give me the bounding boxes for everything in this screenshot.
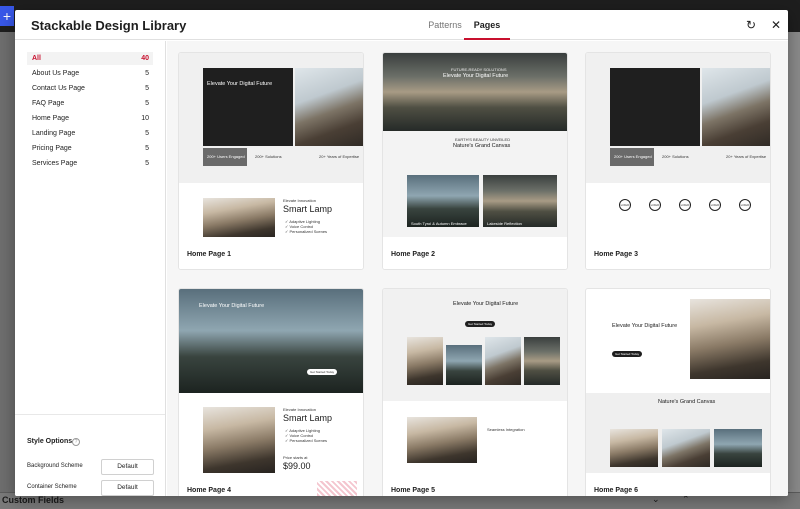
feature-item: ✓ Personalized Scenes xyxy=(285,438,328,443)
stat-years: 20+ Years of Expertise xyxy=(319,154,360,159)
design-card-home-page-3[interactable]: 200+ Users Engaged 200+ Solutions 20+ Ye… xyxy=(585,52,771,270)
section-title: Seamless Integration xyxy=(487,427,525,432)
stat-users: 200+ Users Engaged xyxy=(614,154,652,159)
price-label: Price starts at xyxy=(283,455,308,460)
category-pricing[interactable]: Pricing Page 5 xyxy=(27,142,153,155)
refresh-icon[interactable]: ↻ xyxy=(743,17,759,33)
gallery-image xyxy=(407,337,443,385)
logo-placeholder: LOGO xyxy=(679,199,691,211)
background-scheme-button[interactable]: Default xyxy=(101,459,154,475)
close-icon[interactable]: ✕ xyxy=(768,17,784,33)
style-options-title: Style Options xyxy=(27,438,73,445)
product-kicker: Elevate Innovation xyxy=(283,198,316,203)
design-card-home-page-4[interactable]: Elevate Your Digital Future Get Started … xyxy=(178,288,364,496)
product-title: Smart Lamp xyxy=(283,413,333,423)
logo-placeholder: LOGO xyxy=(739,199,751,211)
hero-title: Elevate Your Digital Future xyxy=(453,301,519,307)
card-title: Home Page 3 xyxy=(594,251,638,258)
gallery-image xyxy=(714,429,762,467)
logo-placeholder: LOGO xyxy=(709,199,721,211)
sidebar-divider xyxy=(15,414,165,415)
category-contact-us[interactable]: Contact Us Page 5 xyxy=(27,82,153,95)
product-title: Smart Lamp xyxy=(283,204,333,214)
section-image xyxy=(407,417,477,463)
feature-item: ✓ Personalized Scenes xyxy=(285,229,328,234)
hero-title: Elevate Your Digital Future xyxy=(207,81,273,87)
modal-header: Stackable Design Library Patterns Pages … xyxy=(15,10,788,40)
hero-dark-panel xyxy=(203,68,293,146)
caption: South Tyrol & Autumn Embrace xyxy=(411,221,467,226)
hero-kicker: FUTURE-READY SOLUTIONS xyxy=(451,67,507,72)
cta-button: Get Started Today xyxy=(465,321,495,327)
section-title: Nature's Grand Canvas xyxy=(658,399,716,405)
section-title: Nature's Grand Canvas xyxy=(453,143,511,149)
gallery-image xyxy=(485,337,521,385)
design-card-home-page-6[interactable]: Elevate Your Digital Future Get Started … xyxy=(585,288,771,496)
tab-pages[interactable]: Pages xyxy=(464,10,510,40)
logo-placeholder: LOGO xyxy=(619,199,631,211)
background-scheme-label: Background Scheme xyxy=(27,463,83,469)
stat-solutions: 200+ Solutions xyxy=(662,154,689,159)
modal-title: Stackable Design Library xyxy=(31,18,187,33)
price-value: $99.00 xyxy=(283,461,311,471)
gallery-image xyxy=(524,337,560,385)
hero-title: Elevate Your Digital Future xyxy=(199,303,265,309)
gallery-image xyxy=(446,345,482,385)
gallery-image xyxy=(610,429,658,467)
tab-patterns[interactable]: Patterns xyxy=(423,10,467,40)
caption: Lakeside Reflection xyxy=(487,221,522,226)
design-card-home-page-2[interactable]: FUTURE-READY SOLUTIONS Elevate Your Digi… xyxy=(382,52,568,270)
pattern-swatch xyxy=(317,481,357,496)
gallery-image xyxy=(662,429,710,467)
category-home[interactable]: Home Page 10 xyxy=(27,112,153,125)
category-services[interactable]: Services Page 5 xyxy=(27,157,153,170)
stat-years: 20+ Years of Expertise xyxy=(726,154,767,159)
cta-label: Get Started Today xyxy=(615,352,640,356)
category-about-us[interactable]: About Us Page 5 xyxy=(27,67,153,80)
editor-sidebar xyxy=(788,32,800,492)
cta-button: Get Started Today xyxy=(612,351,642,357)
design-card-home-page-5[interactable]: Elevate Your Digital Future Get Started … xyxy=(382,288,568,496)
card-title: Home Page 4 xyxy=(187,487,231,494)
card-title: Home Page 1 xyxy=(187,251,231,258)
help-icon[interactable]: ? xyxy=(72,438,80,446)
product-image xyxy=(203,198,275,238)
cta-label: Get Started Today xyxy=(310,370,335,374)
container-scheme-label: Container Scheme xyxy=(27,484,77,490)
category-all[interactable]: All 40 xyxy=(27,52,153,65)
hero-image xyxy=(295,68,363,146)
design-library-modal: Stackable Design Library Patterns Pages … xyxy=(15,10,788,496)
design-card-home-page-1[interactable]: Elevate Your Digital Future 200+ Users E… xyxy=(178,52,364,270)
custom-fields-label[interactable]: Custom Fields xyxy=(2,495,64,505)
product-kicker: Elevate Innovation xyxy=(283,407,316,412)
gallery-image xyxy=(407,175,479,227)
section-kicker: EARTH'S BEAUTY UNVEILED xyxy=(455,137,511,142)
card-title: Home Page 6 xyxy=(594,487,638,494)
logo-placeholder: LOGO xyxy=(649,199,661,211)
product-image xyxy=(203,407,275,473)
stat-solutions: 200+ Solutions xyxy=(255,154,282,159)
category-sidebar: All 40 About Us Page 5 Contact Us Page 5 FA… xyxy=(15,41,166,496)
hero-title: Elevate Your Digital Future xyxy=(612,323,678,329)
cta-label: Get Started Today xyxy=(468,322,493,326)
editor-add-block-button[interactable]: + xyxy=(0,6,14,26)
gallery-image xyxy=(483,175,557,227)
stat-users: 200+ Users Engaged xyxy=(207,154,245,159)
page-design-grid: Elevate Your Digital Future 200+ Users E… xyxy=(167,41,788,496)
hero-title: Elevate Your Digital Future xyxy=(443,73,509,79)
hero-image xyxy=(690,299,770,379)
hero-image xyxy=(702,68,770,146)
cta-button: Get Started Today xyxy=(307,369,337,375)
category-faq[interactable]: FAQ Page 5 xyxy=(27,97,153,110)
hero-image xyxy=(383,53,567,131)
card-title: Home Page 5 xyxy=(391,487,435,494)
category-landing[interactable]: Landing Page 5 xyxy=(27,127,153,140)
container-scheme-button[interactable]: Default xyxy=(101,480,154,496)
card-title: Home Page 2 xyxy=(391,251,435,258)
hero-dark-panel xyxy=(610,68,700,146)
